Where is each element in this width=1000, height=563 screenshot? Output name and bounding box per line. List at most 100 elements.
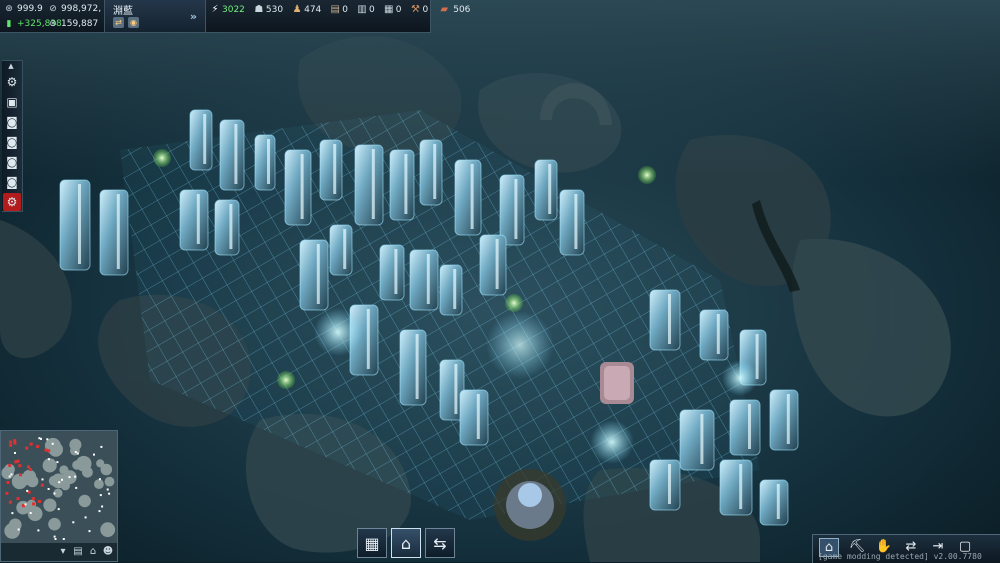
building-light-strip: [426, 254, 430, 304]
build-menu-button[interactable]: ▦: [357, 528, 387, 558]
minimap-resource-marker: [74, 451, 77, 453]
minimap-resource-marker: [76, 452, 79, 455]
left-toolbar: ▲ ⚙ ▣ ◙ ◙ ◙ ◙ ⚙: [2, 60, 23, 212]
minimap-resource-marker: [51, 442, 54, 445]
building-light-strip: [574, 194, 578, 249]
tech-icon[interactable]: ◉: [128, 17, 139, 28]
minimap-resource-marker: [93, 453, 95, 456]
city-building[interactable]: [459, 389, 489, 446]
energy-resource[interactable]: ⚡ 3022: [210, 5, 244, 16]
city-building[interactable]: [649, 459, 681, 511]
minimap-island: [104, 476, 115, 487]
minimap-island: [94, 479, 104, 489]
city-building[interactable]: [719, 459, 753, 516]
city-building[interactable]: [439, 264, 463, 316]
minimap-home-icon[interactable]: ⌂: [87, 545, 99, 557]
city-building[interactable]: [284, 149, 312, 226]
city-building[interactable]: [759, 479, 789, 526]
camera-4-icon[interactable]: ◙: [3, 173, 21, 191]
city-building[interactable]: [299, 239, 329, 311]
building-light-strip: [548, 164, 552, 214]
building-light-strip: [300, 154, 304, 219]
minimap-resource-marker: [108, 492, 111, 495]
resource-3[interactable]: ▤ 0: [330, 4, 348, 16]
collapse-arrow-icon[interactable]: ▲: [2, 61, 20, 71]
minimap-user-icon[interactable]: ☻: [102, 545, 114, 557]
city-building[interactable]: [254, 134, 276, 191]
workforce-resource[interactable]: ☗ 530: [254, 5, 283, 16]
minimap-arrow-icon[interactable]: ▾: [57, 545, 69, 557]
city-building[interactable]: [679, 409, 715, 471]
save-icon[interactable]: ▣: [3, 93, 21, 111]
resource-6[interactable]: ⚒ 0: [410, 5, 428, 16]
camera-3-icon[interactable]: ◙: [3, 153, 21, 171]
city-building[interactable]: [699, 309, 729, 361]
city-building[interactable]: [499, 174, 525, 246]
home-icon: ⌂: [400, 533, 412, 553]
building-light-strip: [366, 309, 370, 369]
camera-2-icon[interactable]: ◙: [3, 133, 21, 151]
minimap-resource-marker: [24, 503, 27, 506]
expand-arrows-icon[interactable]: »: [190, 10, 197, 23]
city-building[interactable]: [329, 224, 353, 276]
minimap-resource-marker: [11, 512, 14, 515]
city-building[interactable]: [219, 119, 245, 191]
city-building[interactable]: [454, 159, 482, 236]
city-building[interactable]: [189, 109, 213, 171]
city-building[interactable]: [649, 289, 681, 351]
building-light-strip: [343, 229, 347, 269]
city-building[interactable]: [99, 189, 129, 276]
minimap-unit-marker: [13, 439, 17, 443]
game-viewport[interactable]: [0, 0, 1000, 562]
balance-value: 159,887: [61, 19, 99, 29]
credits-secondary-display[interactable]: ⊘ 998,972,: [48, 4, 101, 14]
resource-2[interactable]: ♟ 474: [292, 5, 322, 16]
city-building[interactable]: [769, 389, 799, 451]
settings-gear-icon[interactable]: ⚙: [3, 193, 21, 211]
minimap-island: [48, 517, 61, 531]
city-building[interactable]: [409, 249, 439, 311]
resource-5[interactable]: ▦ 0: [384, 5, 401, 16]
city-building[interactable]: [354, 144, 384, 226]
minimap-map[interactable]: [1, 431, 117, 543]
building-light-strip: [371, 149, 375, 219]
minimap-resource-marker: [99, 494, 102, 497]
minimap-unit-marker: [18, 464, 22, 468]
trade-button[interactable]: ⇆: [425, 528, 455, 558]
building-light-strip: [316, 244, 320, 304]
camera-1-icon[interactable]: ◙: [3, 113, 21, 131]
city-building[interactable]: [389, 149, 415, 221]
minimap[interactable]: ▾ ▤ ⌂ ☻: [0, 430, 118, 562]
city-building[interactable]: [214, 199, 240, 256]
credits-display[interactable]: ⊛ 999.9: [4, 4, 43, 14]
city-building[interactable]: [59, 179, 91, 271]
resource-crate-icon: ▤: [330, 4, 340, 15]
city-building[interactable]: [534, 159, 558, 221]
minimap-resource-marker: [54, 538, 57, 540]
trade-route-icon[interactable]: ⇄: [113, 17, 124, 28]
minimap-resource-marker: [84, 516, 87, 519]
city-building[interactable]: [319, 139, 343, 201]
balance-display[interactable]: ⊛ 159,887: [48, 19, 98, 29]
home-button[interactable]: ⌂: [391, 528, 421, 558]
minimap-resource-marker: [56, 461, 59, 464]
minimap-resource-marker: [98, 510, 101, 513]
city-building[interactable]: [729, 399, 761, 456]
city-building[interactable]: [399, 329, 427, 406]
trade-icon: ⇆: [433, 533, 447, 553]
resource-4[interactable]: ▥ 0: [357, 5, 374, 16]
city-building[interactable]: [379, 244, 405, 301]
city-building[interactable]: [419, 139, 443, 206]
faction-panel[interactable]: 淵藍 ⇄ ◉ »: [104, 0, 206, 32]
city-building[interactable]: [559, 189, 585, 256]
city-building[interactable]: [479, 234, 507, 296]
minimap-unit-marker: [16, 497, 20, 501]
minimap-island: [48, 442, 63, 457]
city-building[interactable]: [179, 189, 209, 251]
minimap-island: [16, 500, 30, 515]
minimap-list-icon[interactable]: ▤: [72, 545, 84, 557]
options-gear-icon[interactable]: ⚙: [3, 73, 21, 91]
resource-7[interactable]: ▰ 506: [437, 4, 470, 16]
minimap-island: [43, 498, 57, 512]
resource-ingot-icon: ▰: [440, 4, 449, 15]
